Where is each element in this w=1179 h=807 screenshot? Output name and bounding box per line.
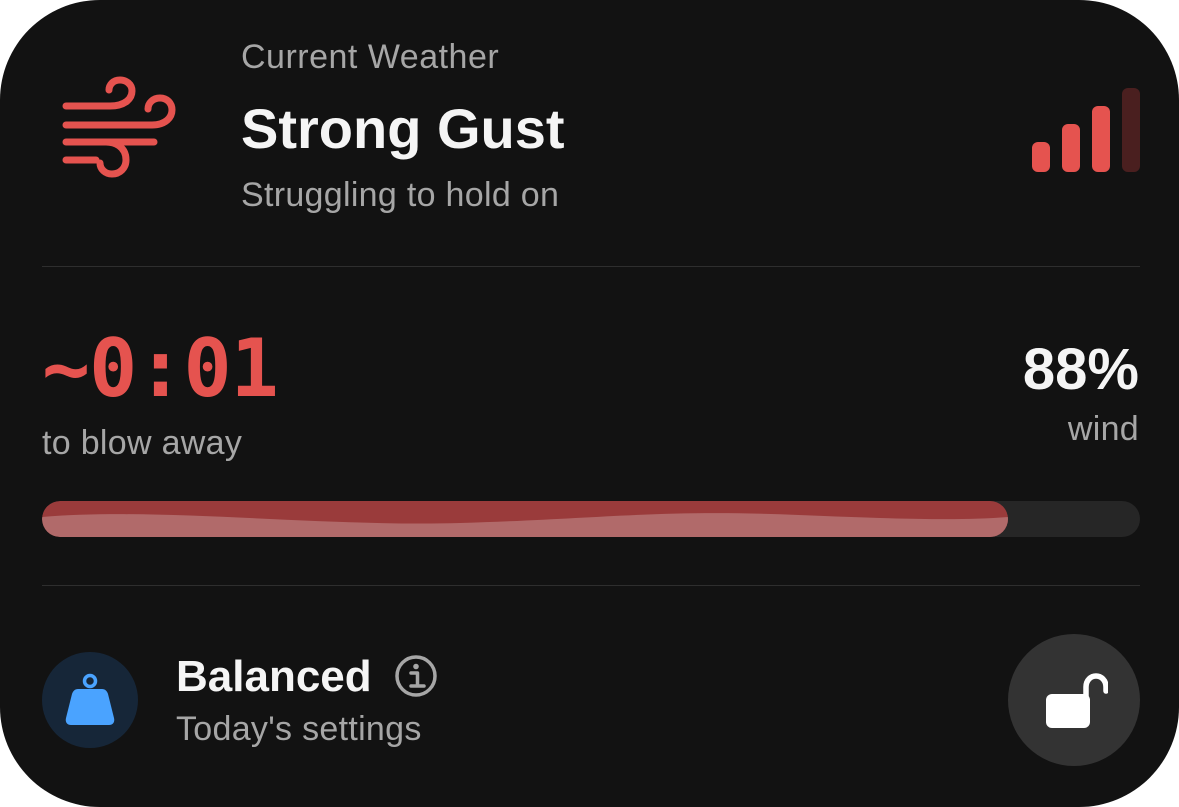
wind-progress-fill bbox=[42, 501, 1008, 537]
signal-bar-1 bbox=[1032, 142, 1050, 172]
wind-caption: wind bbox=[1067, 410, 1139, 448]
lock-toggle-button[interactable] bbox=[1008, 634, 1140, 766]
info-icon[interactable] bbox=[394, 654, 438, 698]
mode-description: Today's settings bbox=[176, 710, 422, 748]
signal-bar-3 bbox=[1092, 106, 1110, 172]
divider-bottom bbox=[42, 585, 1140, 586]
wind-progress-bar bbox=[42, 501, 1140, 537]
progress-wave bbox=[42, 513, 1008, 537]
signal-bar-4 bbox=[1122, 88, 1140, 172]
unlocked-padlock-icon bbox=[1046, 673, 1108, 728]
wind-percent: 88% bbox=[1022, 337, 1139, 402]
blow-away-countdown: ~0:01 bbox=[42, 322, 279, 415]
condition-title: Strong Gust bbox=[241, 97, 565, 160]
wind-icon bbox=[62, 76, 176, 178]
signal-strength-icon bbox=[1030, 84, 1142, 172]
weather-label: Current Weather bbox=[241, 38, 500, 76]
weather-card: Current Weather Strong Gust Struggling t… bbox=[0, 0, 1179, 807]
mode-badge bbox=[42, 652, 138, 748]
condition-description: Struggling to hold on bbox=[241, 176, 560, 214]
divider-top bbox=[42, 266, 1140, 267]
weight-icon bbox=[65, 673, 115, 725]
countdown-caption: to blow away bbox=[42, 424, 243, 462]
mode-title: Balanced bbox=[176, 652, 372, 701]
signal-bar-2 bbox=[1062, 124, 1080, 172]
